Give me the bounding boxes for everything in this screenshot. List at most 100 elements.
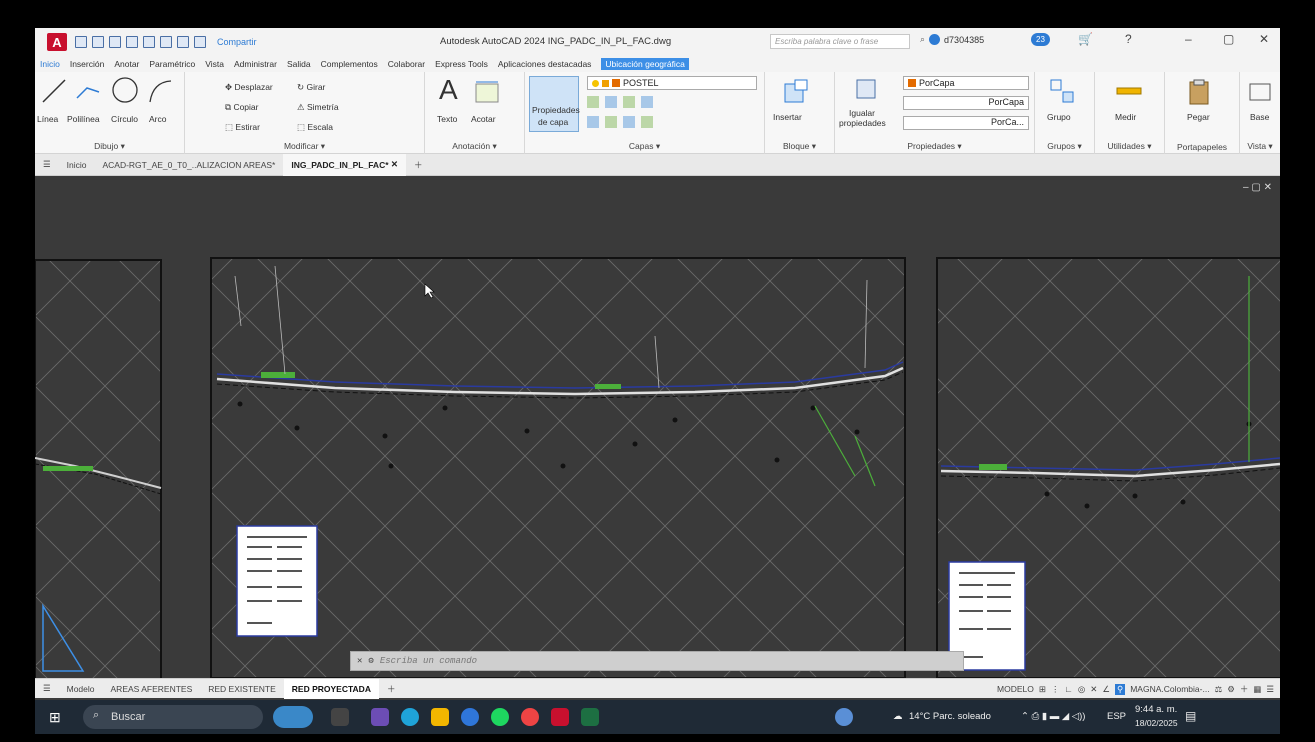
base-view-icon[interactable]: [1248, 80, 1272, 104]
plot-icon[interactable]: [160, 36, 172, 48]
tray-icons[interactable]: ⌃ ⎙ ▮ ▬ ◢ ◁)): [1021, 711, 1085, 722]
base-label[interactable]: Base: [1250, 112, 1269, 122]
undo-icon[interactable]: [177, 36, 189, 48]
cart-icon[interactable]: 🛒: [1078, 32, 1093, 46]
layer-tool-icon[interactable]: [605, 96, 617, 108]
tab-administrar[interactable]: Administrar: [234, 59, 277, 69]
tab-express-tools[interactable]: Express Tools: [435, 59, 488, 69]
line-label[interactable]: Línea: [37, 114, 58, 124]
spotify-icon[interactable]: [491, 708, 509, 726]
tab-colaborar[interactable]: Colaborar: [388, 59, 425, 69]
file-explorer-icon[interactable]: [431, 708, 449, 726]
color-dropdown[interactable]: PorCapa: [903, 76, 1029, 90]
doc-tab-active[interactable]: ING_PADC_IN_PL_FAC* ✕: [283, 153, 407, 176]
task-view-icon[interactable]: [331, 708, 349, 726]
viewport-controls-icon[interactable]: – ▢ ✕: [1243, 182, 1272, 193]
language-indicator[interactable]: ESP: [1107, 711, 1126, 722]
command-line[interactable]: ✕ ⚙ Escriba un comando: [350, 651, 964, 671]
move-button[interactable]: ✥ Desplazar: [225, 82, 273, 93]
app-icon[interactable]: [371, 708, 389, 726]
weather-text[interactable]: 14°C Parc. soleado: [909, 711, 991, 722]
windows-start-icon[interactable]: ⊞: [49, 709, 61, 726]
tab-complementos[interactable]: Complementos: [321, 59, 378, 69]
user-account[interactable]: ⌕ d7304385: [920, 34, 984, 45]
circle-icon[interactable]: [111, 76, 139, 104]
viewport-right[interactable]: [936, 257, 1280, 678]
help-icon[interactable]: ?: [1125, 32, 1132, 46]
match-label-2[interactable]: propiedades: [839, 118, 886, 128]
layout-tab-model[interactable]: Modelo: [59, 684, 103, 694]
autocad-logo-icon[interactable]: A: [47, 33, 67, 51]
insert-block-icon[interactable]: [783, 78, 811, 104]
tab-parametrico[interactable]: Paramétrico: [149, 59, 195, 69]
layout-tab-existing[interactable]: RED EXISTENTE: [200, 684, 284, 694]
layer-properties-button[interactable]: Propiedades de capa: [529, 76, 580, 132]
circle-label[interactable]: Círculo: [111, 114, 138, 124]
scale-button[interactable]: ⬚ Escala: [297, 122, 333, 133]
panel-view-title[interactable]: Vista ▾: [1240, 141, 1280, 152]
drawing-area[interactable]: – ▢ ✕: [35, 176, 1280, 678]
polyline-label[interactable]: Polilínea: [67, 114, 100, 124]
layer-tool-icon[interactable]: [641, 116, 653, 128]
new-tab-icon[interactable]: ＋: [406, 154, 431, 176]
layout-tab-projected[interactable]: RED PROYECTADA: [283, 678, 379, 699]
layer-tool-icon[interactable]: [587, 116, 599, 128]
copy-button[interactable]: ⧉ Copiar: [225, 102, 258, 113]
clock-date[interactable]: 18/02/2025: [1135, 718, 1178, 728]
panel-clipboard-title[interactable]: Portapapeles: [1165, 142, 1239, 152]
weather-icon[interactable]: ☁: [893, 711, 903, 722]
command-input[interactable]: Escriba un comando: [380, 656, 477, 666]
annotation-scale-icon[interactable]: ⚖: [1215, 684, 1223, 695]
stretch-button[interactable]: ⬚ Estirar: [225, 122, 260, 133]
dimension-icon[interactable]: [473, 80, 503, 106]
edge-icon[interactable]: [401, 708, 419, 726]
layout-menu-icon[interactable]: ☰: [35, 683, 59, 694]
grid-icon[interactable]: ⊞: [1039, 684, 1046, 695]
paste-icon[interactable]: [1187, 78, 1211, 106]
settings-gear-icon[interactable]: ⚙: [1227, 684, 1235, 695]
paste-label[interactable]: Pegar: [1187, 112, 1210, 122]
notification-center-icon[interactable]: ▤: [1185, 709, 1196, 723]
menu-icon[interactable]: ☰: [35, 154, 59, 176]
mirror-button[interactable]: ⚠ Simetría: [297, 102, 339, 113]
search-input[interactable]: Escriba palabra clave o frase: [770, 34, 910, 49]
arc-icon[interactable]: [147, 78, 173, 104]
open-icon[interactable]: [92, 36, 104, 48]
layer-tool-icon[interactable]: [587, 96, 599, 108]
match-properties-icon[interactable]: [855, 78, 879, 102]
angle-icon[interactable]: ∠: [1102, 684, 1110, 695]
viewport-left[interactable]: [35, 259, 162, 678]
save-as-icon[interactable]: [126, 36, 138, 48]
command-settings-icon[interactable]: ⚙: [368, 656, 373, 666]
panel-block-title[interactable]: Bloque ▾: [765, 141, 834, 152]
group-label[interactable]: Grupo: [1047, 112, 1071, 122]
layer-tool-icon[interactable]: [623, 96, 635, 108]
clock-time[interactable]: 9:44 a. m.: [1135, 704, 1177, 715]
tab-aplicaciones[interactable]: Aplicaciones destacadas: [498, 59, 592, 69]
workspace-icon[interactable]: ▦: [1253, 684, 1261, 695]
dimension-label[interactable]: Acotar: [471, 114, 496, 124]
drawing-canvas[interactable]: [35, 176, 1280, 678]
line-icon[interactable]: [41, 78, 67, 104]
ortho-icon[interactable]: ∟: [1064, 684, 1072, 694]
publish-icon[interactable]: [143, 36, 155, 48]
rotate-button[interactable]: ↻ Girar: [297, 82, 325, 93]
widget-icon[interactable]: [273, 706, 313, 728]
doc-tab-areas[interactable]: ACAD-RGT_AE_0_T0_..ALIZACION AREAS*: [94, 154, 283, 176]
taskbar-search[interactable]: ⌕ Buscar: [83, 705, 263, 729]
measure-label[interactable]: Medir: [1115, 112, 1136, 122]
minimize-icon[interactable]: –: [1185, 32, 1192, 46]
panel-utilities-title[interactable]: Utilidades ▾: [1095, 141, 1164, 152]
notifications-badge[interactable]: 23: [1031, 33, 1050, 46]
layer-tool-icon[interactable]: [641, 96, 653, 108]
tab-ubicacion-geografica[interactable]: Ubicación geográfica: [601, 58, 689, 70]
plus-icon[interactable]: ＋: [1240, 683, 1249, 695]
customize-icon[interactable]: ☰: [1266, 684, 1274, 695]
insert-label[interactable]: Insertar: [773, 112, 802, 122]
maximize-icon[interactable]: ▢: [1223, 32, 1234, 46]
panel-modify-title[interactable]: Modificar ▾: [185, 141, 424, 152]
polar-icon[interactable]: ◎: [1078, 684, 1085, 695]
coordinate-system[interactable]: MAGNA.Colombia-...: [1130, 684, 1209, 694]
close-tab-icon[interactable]: ✕: [391, 159, 398, 170]
close-command-icon[interactable]: ✕: [357, 656, 362, 666]
